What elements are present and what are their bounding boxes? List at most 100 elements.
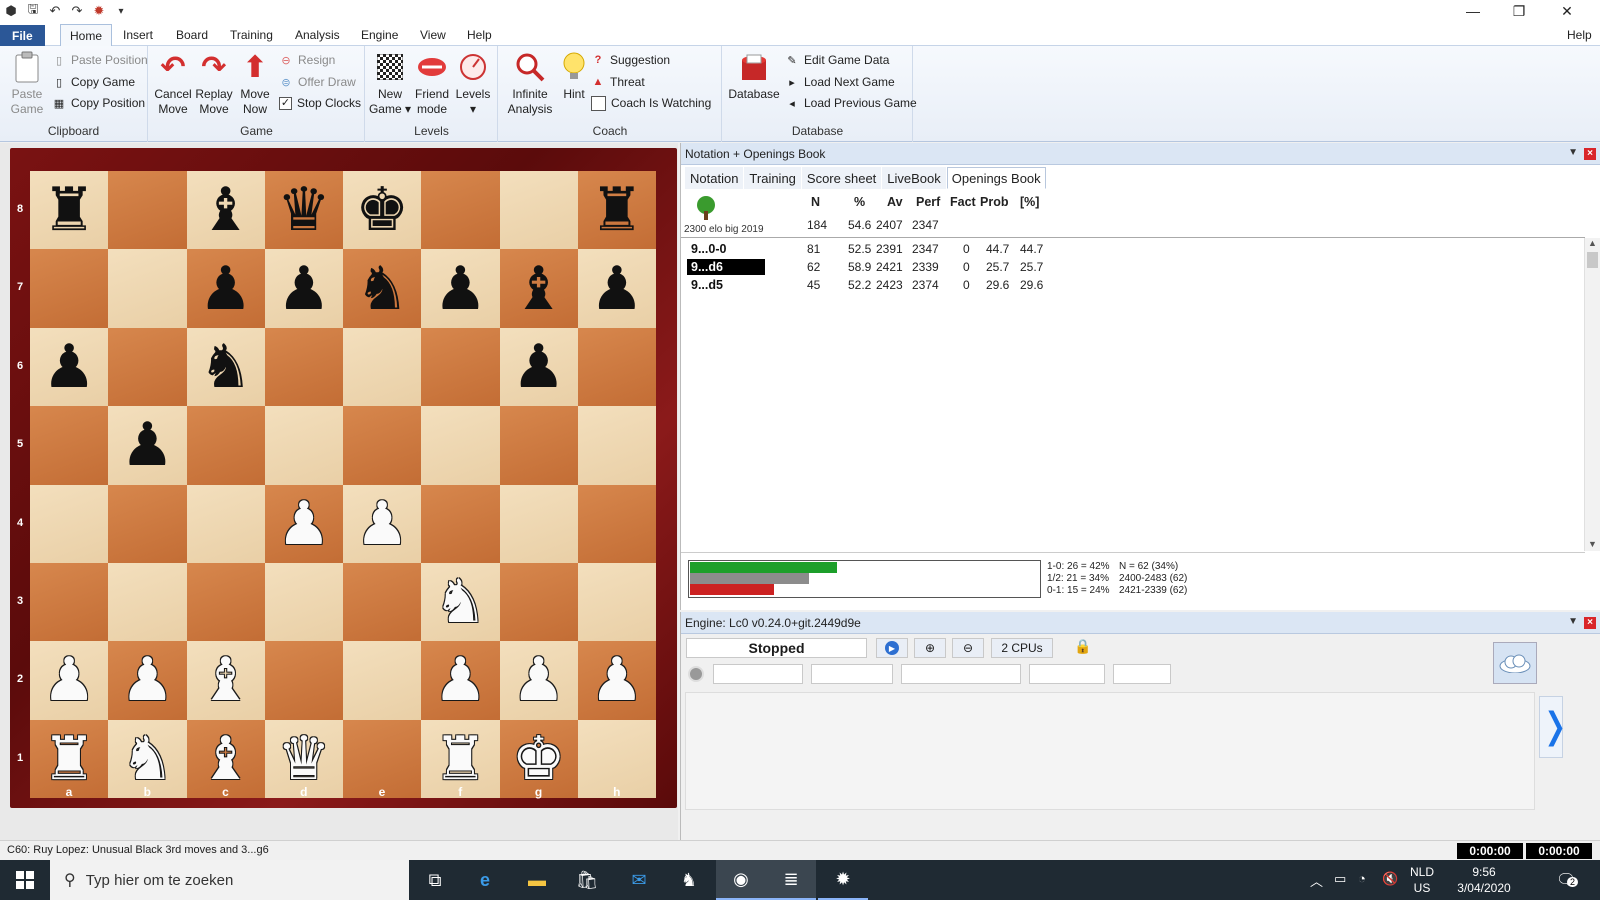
windows-start-icon[interactable] [0, 860, 50, 900]
taskbar-search[interactable]: ⚲ Typ hier om te zoeken [50, 860, 409, 900]
scroll-down-icon[interactable]: ▼ [1585, 539, 1600, 549]
lock-icon[interactable]: 🔒 [1072, 638, 1094, 658]
tab-notation[interactable]: Notation [685, 167, 744, 189]
square-e4[interactable]: ♟ [343, 484, 422, 563]
square-g8[interactable] [499, 171, 578, 250]
offer-draw-button[interactable]: ⊜ Offer Draw [279, 72, 355, 92]
engine-quick-icon[interactable]: ✹ [88, 0, 110, 22]
coach-is-watching-checkbox[interactable]: Coach Is Watching [591, 93, 711, 113]
white-knight-icon[interactable]: ♞ [120, 729, 174, 789]
col-av[interactable]: Av [887, 195, 903, 209]
white-knight-icon[interactable]: ♞ [433, 572, 487, 632]
chrome-icon[interactable]: ◉ [716, 860, 766, 900]
square-f5[interactable] [421, 406, 500, 485]
square-h6[interactable] [577, 327, 656, 407]
chess-board[interactable]: ♜ ♝ ♛ ♚ ♜ ♟ ♟ ♞ ♟ ♝ ♟ ♟ ♞ ♟ ♟ ♟ ♟ ♞ ♟ ♟ ♝ ♟ ♟ ♟ ♜ ♞ ♝ ♛ ♜ ♚ [30, 171, 656, 798]
battery-icon[interactable]: ▭ [1334, 871, 1346, 887]
panel-menu-icon[interactable]: ▼ [1568, 616, 1578, 627]
paste-game-button[interactable]: Paste Game [6, 50, 48, 117]
col-n[interactable]: N [811, 195, 820, 209]
book-move-row[interactable]: 9...0-0 81 52.5 2391 2347 0 44.7 44.7 [685, 240, 1545, 258]
square-c3[interactable] [186, 562, 265, 642]
book-scrollbar[interactable]: ▲ ▼ [1584, 238, 1600, 551]
minimize-button[interactable]: — [1450, 0, 1496, 22]
black-knight-icon[interactable]: ♞ [199, 337, 253, 397]
tab-training[interactable]: Training [221, 24, 282, 46]
tab-board[interactable]: Board [167, 24, 217, 46]
suggestion-button[interactable]: ? Suggestion [591, 50, 670, 70]
white-pawn-icon[interactable]: ♟ [433, 650, 487, 710]
database-button[interactable]: Database [728, 50, 780, 102]
square-b6[interactable] [108, 327, 187, 407]
square-f4[interactable] [421, 484, 500, 563]
square-d5[interactable] [264, 406, 343, 485]
edit-game-data-button[interactable]: ✎ Edit Game Data [785, 50, 889, 70]
square-g2[interactable]: ♟ [499, 641, 578, 720]
tab-openings-book[interactable]: Openings Book [946, 167, 1046, 189]
copy-game-button[interactable]: ▯ Copy Game [52, 72, 135, 92]
white-pawn-icon[interactable]: ♟ [590, 650, 644, 710]
square-h3[interactable] [577, 562, 656, 642]
book-move-row[interactable]: 9...d5 45 52.2 2423 2374 0 29.6 29.6 [685, 276, 1545, 294]
black-pawn-icon[interactable]: ♟ [42, 337, 96, 397]
square-f3[interactable]: ♞ [421, 562, 500, 642]
zoom-in-button[interactable]: ⊕ [914, 638, 946, 658]
save-icon[interactable]: 🖫 [22, 0, 44, 22]
tab-view[interactable]: View [411, 24, 455, 46]
notification-icon[interactable]: 🗨2 [1556, 870, 1579, 890]
col-fact[interactable]: Fact [950, 195, 976, 209]
book-move-row[interactable]: 9...d6 62 58.9 2421 2339 0 25.7 25.7 [685, 258, 1545, 276]
black-pawn-icon[interactable]: ♟ [433, 259, 487, 319]
tab-help[interactable]: Help [458, 24, 501, 46]
square-a5[interactable] [30, 406, 109, 485]
book-name[interactable]: 2300 elo big 2019 [684, 224, 768, 235]
infinite-analysis-button[interactable]: Infinite Analysis [503, 50, 557, 117]
move-now-button[interactable]: ⬆ Move Now [235, 50, 275, 117]
white-pawn-icon[interactable]: ♟ [120, 650, 174, 710]
store-icon[interactable]: 🛍 [562, 860, 612, 900]
black-rook-icon[interactable]: ♜ [590, 180, 644, 240]
black-bishop-icon[interactable]: ♝ [512, 259, 566, 319]
square-c7[interactable]: ♟ [186, 249, 265, 328]
cloud-button[interactable] [1493, 642, 1537, 684]
language-indicator[interactable]: NLD US [1410, 864, 1434, 896]
load-previous-game-button[interactable]: ◂ Load Previous Game [785, 93, 917, 113]
tab-livebook[interactable]: LiveBook [882, 167, 946, 189]
square-c5[interactable] [186, 406, 265, 485]
square-h4[interactable] [577, 484, 656, 563]
square-c2[interactable]: ♝ [186, 641, 265, 720]
customize-quick-access-icon[interactable]: ▾ [110, 0, 132, 22]
tab-score-sheet[interactable]: Score sheet [801, 167, 882, 189]
volume-muted-icon[interactable]: 🔇 [1382, 871, 1398, 887]
white-pawn-icon[interactable]: ♟ [512, 650, 566, 710]
square-b5[interactable]: ♟ [108, 406, 187, 485]
restore-button[interactable]: ❐ [1496, 0, 1542, 22]
col-share[interactable]: [%] [1020, 195, 1039, 209]
black-pawn-icon[interactable]: ♟ [512, 337, 566, 397]
task-view-icon[interactable]: ⧉ [410, 860, 460, 900]
tab-engine[interactable]: Engine [352, 24, 407, 46]
square-d7[interactable]: ♟ [264, 249, 343, 328]
panel-menu-icon[interactable]: ▼ [1568, 147, 1578, 158]
black-pawn-icon[interactable]: ♟ [120, 415, 174, 475]
new-game-button[interactable]: New Game ▾ [368, 50, 412, 117]
replay-move-button[interactable]: ↷ Replay Move [193, 50, 235, 117]
mail-icon[interactable]: ✉ [614, 860, 664, 900]
square-a2[interactable]: ♟ [30, 641, 109, 720]
square-c4[interactable] [186, 484, 265, 563]
black-bishop-icon[interactable]: ♝ [199, 180, 253, 240]
tray-chevron-icon[interactable]: ︿ [1310, 871, 1323, 890]
database-app-icon[interactable]: ≣ [766, 860, 816, 900]
hint-button[interactable]: Hint [557, 50, 591, 102]
zoom-out-button[interactable]: ⊖ [952, 638, 984, 658]
clock[interactable]: 9:56 3/04/2020 [1446, 864, 1522, 896]
stop-clocks-checkbox[interactable]: ✓ Stop Clocks [279, 93, 361, 113]
black-pawn-icon[interactable]: ♟ [199, 259, 253, 319]
white-pawn-icon[interactable]: ♟ [277, 494, 331, 554]
file-explorer-icon[interactable]: ▬ [512, 860, 562, 900]
square-f2[interactable]: ♟ [421, 641, 500, 720]
scroll-up-icon[interactable]: ▲ [1585, 238, 1600, 248]
square-h2[interactable]: ♟ [577, 641, 656, 720]
cpus-button[interactable]: 2 CPUs [991, 638, 1053, 658]
redo-icon[interactable]: ↷ [66, 0, 88, 22]
